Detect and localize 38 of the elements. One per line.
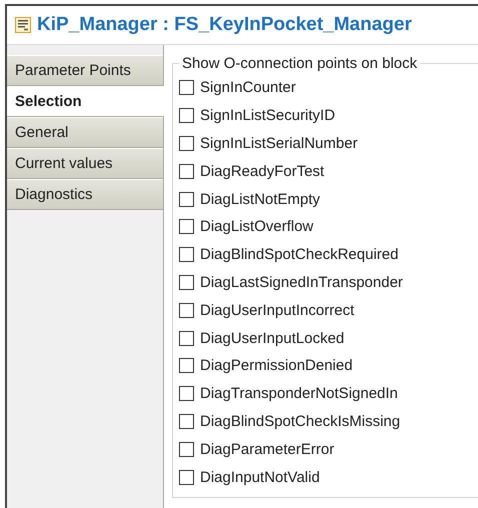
checkbox-label: DiagUserInputIncorrect xyxy=(200,302,354,319)
checkbox[interactable] xyxy=(179,330,194,346)
window-title: KiP_Manager : FS_KeyInPocket_Manager xyxy=(37,14,412,36)
form-icon xyxy=(15,17,31,33)
checkbox-label: DiagPermissionDenied xyxy=(200,357,353,374)
checkbox-label: DiagParameterError xyxy=(200,440,334,458)
checkbox-label: DiagTransponderNotSignedIn xyxy=(200,385,398,402)
checkbox-label: DiagBlindSpotCheckIsMissing xyxy=(200,412,400,430)
checkbox[interactable] xyxy=(179,442,194,457)
checkbox[interactable] xyxy=(179,80,194,96)
checkbox-label: DiagBlindSpotCheckRequired xyxy=(200,246,398,264)
checkbox[interactable] xyxy=(179,108,194,124)
checkbox-label: DiagLastSignedInTransponder xyxy=(200,274,403,291)
checkbox-label: DiagUserInputLocked xyxy=(200,330,344,347)
checkbox-label: SignInListSerialNumber xyxy=(200,134,358,152)
checkbox[interactable] xyxy=(179,136,194,151)
checkbox[interactable] xyxy=(179,274,194,290)
tab[interactable]: Parameter Points xyxy=(7,55,163,86)
checkbox[interactable] xyxy=(179,414,194,429)
checkbox[interactable] xyxy=(179,358,194,374)
checkbox[interactable] xyxy=(179,470,194,485)
tab[interactable]: General xyxy=(7,117,163,148)
checkbox-label: DiagListNotEmpty xyxy=(200,190,320,208)
checkbox-label: SignInListSecurityID xyxy=(200,107,336,124)
checkbox[interactable] xyxy=(179,247,194,262)
checkbox[interactable] xyxy=(179,164,194,179)
group-title: Show O-connection points on block xyxy=(181,55,418,72)
checkbox[interactable] xyxy=(179,302,194,318)
checkbox[interactable] xyxy=(179,219,194,234)
tab[interactable]: Current values xyxy=(7,148,163,179)
tab[interactable]: Diagnostics xyxy=(7,179,163,210)
checkbox-label: DiagInputNotValid xyxy=(200,468,320,486)
checkbox[interactable] xyxy=(179,386,194,402)
checkbox-label: SignInCounter xyxy=(200,79,296,96)
checkbox-label: DiagReadyForTest xyxy=(200,162,324,180)
checkbox[interactable] xyxy=(179,192,194,207)
tab[interactable]: Selection xyxy=(7,86,164,117)
checkbox-label: DiagListOverflow xyxy=(200,218,314,236)
